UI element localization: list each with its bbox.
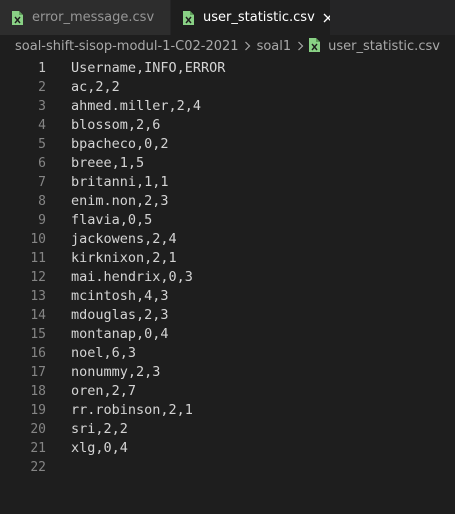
breadcrumb-folder[interactable]: soal-shift-sisop-modul-1-C02-2021 xyxy=(15,39,239,54)
line-text: enim.non,2,3 xyxy=(71,193,169,209)
line-text: sri,2,2 xyxy=(71,421,128,437)
code-line[interactable]: 14 mdouglas,2,3 xyxy=(0,306,455,325)
code-line[interactable]: 12 mai.hendrix,0,3 xyxy=(0,268,455,287)
code-line[interactable]: 3 ahmed.miller,2,4 xyxy=(0,97,455,116)
code-line[interactable]: 7 britanni,1,1 xyxy=(0,173,455,192)
line-text: breee,1,5 xyxy=(71,155,145,171)
code-line[interactable]: 21 xlg,0,4 xyxy=(0,439,455,458)
tab-label: user_statistic.csv xyxy=(203,10,315,25)
line-number: 8 xyxy=(38,194,46,209)
tab-label: error_message.csv xyxy=(32,10,155,25)
line-number: 14 xyxy=(30,308,46,323)
breadcrumb-subfolder[interactable]: soal1 xyxy=(257,39,292,54)
code-line[interactable]: 8 enim.non,2,3 xyxy=(0,192,455,211)
chevron-right-icon xyxy=(241,41,255,51)
line-number: 3 xyxy=(38,99,46,114)
tab-bar: error_message.csv user_statistic.csv xyxy=(0,0,455,35)
line-text: bpacheco,0,2 xyxy=(71,136,169,152)
tab-bar-empty-area xyxy=(330,0,455,35)
line-text xyxy=(46,458,71,477)
line-text: rr.robinson,2,1 xyxy=(71,402,193,418)
csv-file-icon xyxy=(309,38,321,52)
chevron-right-icon xyxy=(293,41,307,51)
line-text: blossom,2,6 xyxy=(71,117,161,133)
code-line[interactable]: 4 blossom,2,6 xyxy=(0,116,455,135)
line-text: britanni,1,1 xyxy=(71,174,169,190)
line-number: 13 xyxy=(30,289,46,304)
line-number: 22 xyxy=(30,460,46,475)
code-line[interactable]: 6 breee,1,5 xyxy=(0,154,455,173)
line-number: 18 xyxy=(30,384,46,399)
code-line[interactable]: 15 montanap,0,4 xyxy=(0,325,455,344)
code-line[interactable]: 11 kirknixon,2,1 xyxy=(0,249,455,268)
code-line[interactable]: 22 xyxy=(0,458,455,477)
line-number: 1 xyxy=(38,61,46,76)
code-line[interactable]: 16 noel,6,3 xyxy=(0,344,455,363)
line-number: 7 xyxy=(38,175,46,190)
line-number: 5 xyxy=(38,137,46,152)
code-line[interactable]: 18 oren,2,7 xyxy=(0,382,455,401)
line-text: oren,2,7 xyxy=(71,383,137,399)
line-text: kirknixon,2,1 xyxy=(71,250,177,266)
code-line[interactable]: 19 rr.robinson,2,1 xyxy=(0,401,455,420)
line-number: 9 xyxy=(38,213,46,228)
tab-error-message-csv[interactable]: error_message.csv xyxy=(0,0,171,35)
code-line[interactable]: 2 ac,2,2 xyxy=(0,78,455,97)
csv-file-icon xyxy=(12,10,23,25)
line-text: ahmed.miller,2,4 xyxy=(71,98,202,114)
code-editor-window: error_message.csv user_statistic.csv soa… xyxy=(0,0,455,514)
code-line[interactable]: 20 sri,2,2 xyxy=(0,420,455,439)
line-text: mdouglas,2,3 xyxy=(71,307,169,323)
line-number: 2 xyxy=(38,80,46,95)
line-text: noel,6,3 xyxy=(71,345,137,361)
code-line[interactable]: 13 mcintosh,4,3 xyxy=(0,287,455,306)
line-number: 11 xyxy=(30,251,46,266)
breadcrumb: soal-shift-sisop-modul-1-C02-2021 soal1 … xyxy=(0,35,455,57)
line-text: jackowens,2,4 xyxy=(71,231,177,247)
line-number: 19 xyxy=(30,403,46,418)
line-text: flavia,0,5 xyxy=(71,212,153,228)
line-number: 15 xyxy=(30,327,46,342)
line-text: xlg,0,4 xyxy=(71,440,128,456)
line-text: nonummy,2,3 xyxy=(71,364,161,380)
code-line[interactable]: 17 nonummy,2,3 xyxy=(0,363,455,382)
tab-user-statistic-csv[interactable]: user_statistic.csv xyxy=(171,0,333,35)
line-number: 12 xyxy=(30,270,46,285)
editor-text-area[interactable]: 1 Username,INFO,ERROR 2 ac,2,2 3 ahmed.miller… xyxy=(0,57,455,477)
line-text: mai.hendrix,0,3 xyxy=(71,269,193,285)
code-line[interactable]: 1 Username,INFO,ERROR xyxy=(0,59,455,78)
code-line[interactable]: 5 bpacheco,0,2 xyxy=(0,135,455,154)
line-number: 20 xyxy=(30,422,46,437)
line-number: 16 xyxy=(30,346,46,361)
line-text: mcintosh,4,3 xyxy=(71,288,169,304)
line-number: 4 xyxy=(38,118,46,133)
line-text: Username,INFO,ERROR xyxy=(71,60,226,76)
line-text: montanap,0,4 xyxy=(71,326,169,342)
line-number: 17 xyxy=(30,365,46,380)
code-line[interactable]: 9 flavia,0,5 xyxy=(0,211,455,230)
breadcrumb-file[interactable]: user_statistic.csv xyxy=(309,38,440,54)
line-number: 21 xyxy=(30,441,46,456)
csv-file-icon xyxy=(183,10,194,25)
line-number: 6 xyxy=(38,156,46,171)
line-number: 10 xyxy=(30,232,46,247)
breadcrumb-file-label: user_statistic.csv xyxy=(328,39,440,54)
line-text: ac,2,2 xyxy=(71,79,120,95)
code-line[interactable]: 10 jackowens,2,4 xyxy=(0,230,455,249)
